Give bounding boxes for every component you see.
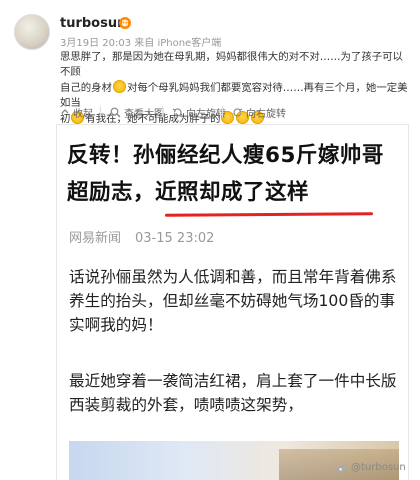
image-toolbar: 收起 查看大图 向左旋转 向右旋转 [0,100,420,122]
weibo-logo-icon [336,463,348,472]
rotate-right-label: 向右旋转 [246,108,286,120]
watermark-text: @turbosun [351,462,406,473]
collapse-icon [61,109,69,114]
weibo-watermark: @turbosun [336,462,406,473]
emoji-icon [112,80,126,93]
article-date: 03-15 23:02 [135,231,215,246]
post-text-line1: 思思胖了，那是因为她在母乳期，妈妈都很伟大的对不对……为了孩子可以不顾 [60,51,403,78]
rotate-left-label: 向左旋转 [186,108,226,120]
article-screenshot[interactable]: 反转！孙俪经纪人瘦65斤嫁帅哥 超励志，近照却成了这样 网易新闻 03-15 23… [56,124,409,480]
user-badge-icon [119,17,131,29]
username[interactable]: turbosun [60,16,126,31]
rotate-right-icon [233,107,243,117]
article-byline: 网易新闻 03-15 23:02 [69,227,214,246]
collapse-button[interactable]: 收起 [60,105,93,120]
magnifier-icon [110,107,121,117]
article-paragraph-2: 最近她穿着一袭简洁红裙，肩上套了一件中长版西装剪裁的外套，啧啧啧这架势， [69,372,397,414]
article-photo [69,441,399,480]
headline-line1: 反转！孙俪经纪人瘦65斤嫁帅哥 [67,143,384,168]
article-paragraph-1: 话说孙俪虽然为人低调和善，而且常年背着佛系养生的抬头，但却丝毫不妨碍她气场100… [69,268,397,334]
article-source: 网易新闻 [69,231,122,246]
view-large-button[interactable]: 查看大图 [110,105,164,120]
post-meta: 3月19日 20:03 来自 iPhone客户端 [60,38,222,49]
avatar[interactable] [14,14,50,50]
rotate-left-button[interactable]: 向左旋转 [172,105,226,120]
post-header: turbosun 3月19日 20:03 来自 iPhone客户端 思思胖了，那… [0,0,420,125]
toolbar-divider [222,106,223,117]
toolbar-divider [162,106,163,117]
rotate-left-icon [172,107,182,117]
view-large-label: 查看大图 [124,108,164,120]
headline-line2b: 近照却成了这样 [155,180,310,205]
toolbar-divider [100,106,101,117]
red-underline [164,212,374,217]
article-headline: 反转！孙俪经纪人瘦65斤嫁帅哥 超励志，近照却成了这样 [67,137,397,211]
collapse-label: 收起 [73,108,93,120]
rotate-right-button[interactable]: 向右旋转 [232,105,286,120]
post-text-line2a: 自己的身材 [60,82,112,94]
headline-line2a: 超励志， [67,180,156,205]
